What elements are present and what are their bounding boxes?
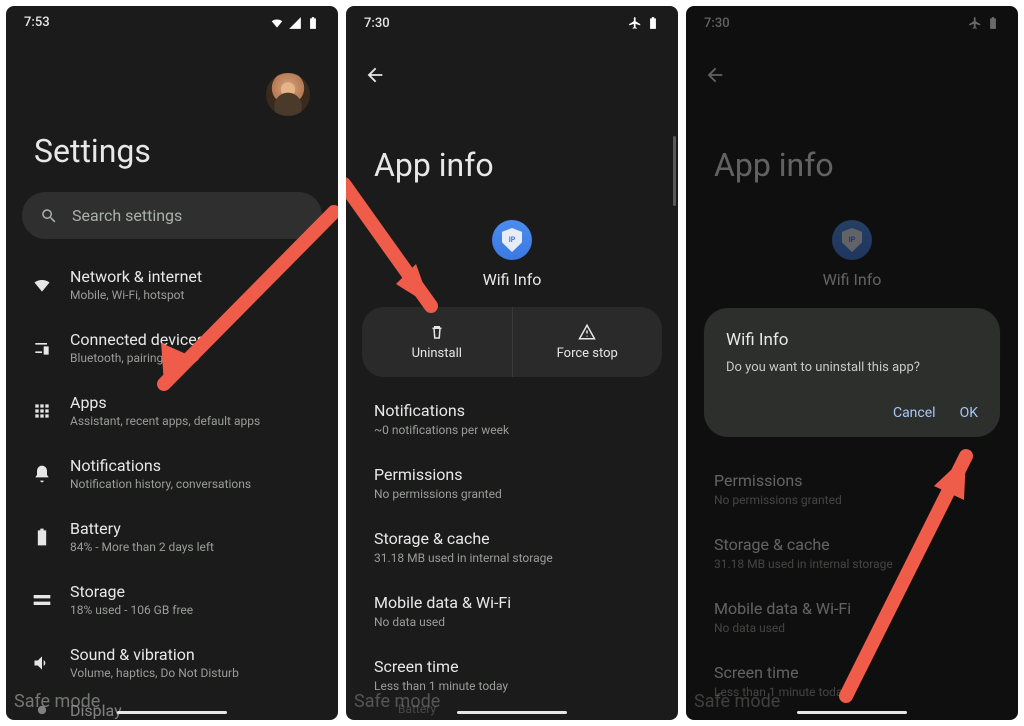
clock: 7:30 — [364, 16, 390, 31]
row-notifications[interactable]: NotificationsNotification history, conve… — [14, 442, 330, 505]
back-button — [686, 34, 1018, 90]
phone-app-info: 7:30 App info IP Wifi Info Uninstall For… — [346, 6, 678, 720]
action-buttons: Uninstall Force stop — [362, 307, 662, 377]
battery-icon — [646, 16, 660, 30]
bell-icon — [32, 464, 52, 484]
row-storage[interactable]: Storage18% used - 106 GB free — [14, 568, 330, 631]
apps-icon — [32, 401, 52, 421]
signal-icon — [288, 16, 302, 30]
status-bar: 7:30 — [686, 6, 1018, 34]
settings-list: Network & internetMobile, Wi-Fi, hotspot… — [6, 253, 338, 720]
row-storage: Storage & cache31.18 MB used in internal… — [686, 521, 1018, 585]
devices-icon — [32, 338, 52, 358]
app-icon: IP — [492, 220, 532, 260]
status-bar: 7:30 — [346, 6, 678, 34]
search-settings[interactable]: Search settings — [22, 192, 322, 239]
app-detail-list: Notifications~0 notifications per week P… — [346, 377, 678, 707]
safe-mode-label: Safe mode — [694, 691, 780, 712]
battery-icon — [32, 527, 52, 547]
airplane-icon — [628, 16, 642, 30]
page-title: Settings — [6, 132, 338, 170]
gesture-bar[interactable] — [797, 711, 907, 714]
row-mobile-data: Mobile data & Wi-FiNo data used — [686, 585, 1018, 649]
row-battery[interactable]: Battery84% - More than 2 days left — [14, 505, 330, 568]
speaker-icon — [32, 653, 52, 673]
row-storage[interactable]: Storage & cache31.18 MB used in internal… — [346, 515, 678, 579]
row-permissions[interactable]: PermissionsNo permissions granted — [346, 451, 678, 515]
phone-uninstall-dialog: 7:30 App info IP Wifi Info Permi — [686, 6, 1018, 720]
clock: 7:53 — [24, 15, 50, 30]
search-placeholder: Search settings — [72, 206, 182, 225]
battery-cut: Battery — [398, 702, 436, 716]
search-icon — [40, 207, 58, 225]
trash-icon — [428, 323, 446, 341]
airplane-icon — [968, 16, 982, 30]
wifi-icon — [32, 275, 52, 295]
scrollbar-thumb[interactable] — [673, 136, 676, 206]
page-title: App info — [686, 146, 1018, 184]
profile-avatar[interactable] — [266, 73, 310, 116]
gesture-bar[interactable] — [117, 711, 227, 714]
dialog-message: Do you want to uninstall this app? — [726, 360, 978, 375]
back-button[interactable] — [346, 34, 678, 90]
wifi-icon — [270, 16, 284, 30]
status-bar: 7:53 — [6, 6, 338, 33]
page-title: App info — [346, 146, 678, 184]
warning-icon — [578, 323, 596, 341]
app-name: Wifi Info — [823, 270, 882, 289]
storage-icon — [32, 590, 52, 610]
app-header: IP Wifi Info — [346, 220, 678, 289]
shield-icon: IP — [502, 228, 522, 252]
uninstall-dialog: Wifi Info Do you want to uninstall this … — [704, 308, 1000, 437]
dialog-ok-button[interactable]: OK — [960, 405, 978, 421]
safe-mode-label: Safe mode — [14, 691, 100, 712]
row-notifications[interactable]: Notifications~0 notifications per week — [346, 387, 678, 451]
app-name: Wifi Info — [483, 270, 542, 289]
row-sound[interactable]: Sound & vibrationVolume, haptics, Do Not… — [14, 631, 330, 694]
battery-icon — [306, 16, 320, 30]
force-stop-button[interactable]: Force stop — [512, 307, 663, 377]
row-apps[interactable]: AppsAssistant, recent apps, default apps — [14, 379, 330, 442]
gesture-bar[interactable] — [457, 711, 567, 714]
row-mobile-data[interactable]: Mobile data & Wi-FiNo data used — [346, 579, 678, 643]
arrow-back-icon — [364, 64, 386, 86]
row-connected-devices[interactable]: Connected devicesBluetooth, pairing — [14, 316, 330, 379]
dialog-title: Wifi Info — [726, 330, 978, 350]
dialog-cancel-button[interactable]: Cancel — [893, 405, 936, 421]
app-header: IP Wifi Info — [686, 220, 1018, 289]
app-icon: IP — [832, 220, 872, 260]
clock: 7:30 — [704, 16, 730, 31]
phone-settings: 7:53 Settings Search settings Network & … — [6, 6, 338, 720]
row-permissions: PermissionsNo permissions granted — [686, 457, 1018, 521]
arrow-back-icon — [704, 64, 726, 86]
row-network[interactable]: Network & internetMobile, Wi-Fi, hotspot — [14, 253, 330, 316]
app-detail-list: PermissionsNo permissions granted Storag… — [686, 447, 1018, 713]
uninstall-button[interactable]: Uninstall — [362, 307, 512, 377]
shield-icon: IP — [842, 228, 862, 252]
battery-icon — [986, 16, 1000, 30]
